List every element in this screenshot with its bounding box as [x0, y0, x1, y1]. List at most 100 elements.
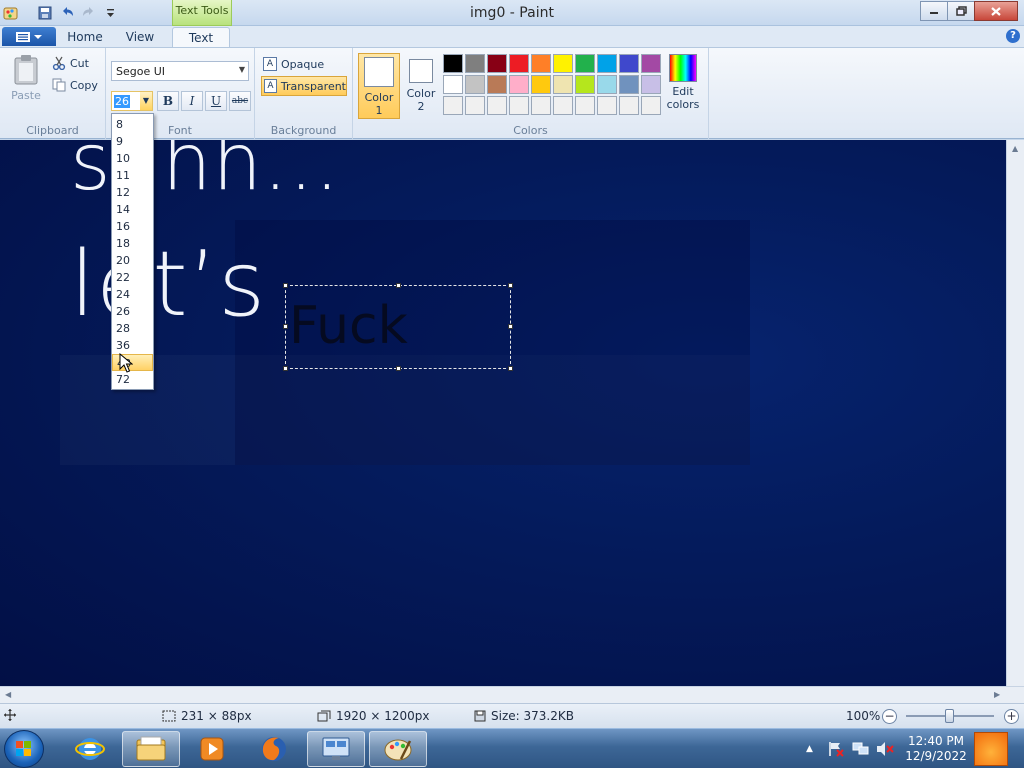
edit-colors-button[interactable]: Edit colors [664, 54, 702, 111]
scroll-left-icon[interactable]: ◀ [5, 690, 11, 699]
italic-button[interactable]: I [181, 91, 203, 111]
tab-text[interactable]: Text [172, 27, 230, 47]
palette-swatch[interactable] [487, 54, 507, 73]
palette-swatch[interactable] [509, 96, 529, 115]
palette-swatch[interactable] [443, 75, 463, 94]
font-size-option[interactable]: 26 [112, 303, 153, 320]
palette-swatch[interactable] [487, 75, 507, 94]
paste-button[interactable]: Paste [6, 54, 46, 108]
palette-swatch[interactable] [597, 96, 617, 115]
palette-swatch[interactable] [575, 54, 595, 73]
network-icon[interactable] [852, 741, 870, 760]
color-1-button[interactable]: Color 1 [358, 53, 400, 119]
palette-swatch[interactable] [619, 54, 639, 73]
restore-button[interactable] [947, 1, 975, 21]
resize-handle[interactable] [508, 283, 513, 288]
help-icon[interactable]: ? [1006, 29, 1020, 43]
remote-desktop-taskbar-button[interactable] [307, 731, 365, 767]
media-player-taskbar-button[interactable] [183, 731, 241, 767]
font-size-option[interactable]: 8 [112, 116, 153, 133]
action-center-flag-icon[interactable] [828, 741, 844, 760]
palette-swatch[interactable] [597, 75, 617, 94]
palette-swatch[interactable] [443, 96, 463, 115]
font-size-option[interactable]: 14 [112, 201, 153, 218]
font-size-select[interactable]: 26 ▼ [111, 91, 153, 111]
font-size-option[interactable]: 22 [112, 269, 153, 286]
horizontal-scrollbar[interactable]: ◀ ▶ [0, 686, 1024, 703]
vertical-scrollbar[interactable]: ▲ [1006, 140, 1024, 686]
palette-swatch[interactable] [465, 96, 485, 115]
resize-handle[interactable] [283, 366, 288, 371]
bold-button[interactable]: B [157, 91, 179, 111]
palette-swatch[interactable] [509, 54, 529, 73]
minimize-button[interactable] [920, 1, 948, 21]
font-size-option[interactable]: 16 [112, 218, 153, 235]
font-size-option[interactable]: 10 [112, 150, 153, 167]
palette-swatch[interactable] [575, 96, 595, 115]
palette-swatch[interactable] [575, 75, 595, 94]
palette-swatch[interactable] [641, 75, 661, 94]
strikethrough-button[interactable]: abc [229, 91, 251, 111]
palette-swatch[interactable] [641, 54, 661, 73]
zoom-out-button[interactable]: − [882, 709, 897, 724]
font-size-option[interactable]: 9 [112, 133, 153, 150]
palette-swatch[interactable] [465, 75, 485, 94]
resize-handle[interactable] [396, 366, 401, 371]
paint-taskbar-button[interactable] [369, 731, 427, 767]
scroll-up-icon[interactable]: ▲ [1012, 144, 1018, 153]
show-hidden-icons-icon[interactable]: ▲ [806, 744, 813, 754]
font-size-option[interactable]: 28 [112, 320, 153, 337]
show-desktop-button[interactable] [974, 732, 1008, 766]
palette-swatch[interactable] [597, 54, 617, 73]
resize-handle[interactable] [396, 283, 401, 288]
font-size-option[interactable]: 12 [112, 184, 153, 201]
tab-home[interactable]: Home [60, 27, 110, 47]
palette-swatch[interactable] [443, 54, 463, 73]
cut-button[interactable]: Cut [52, 56, 89, 70]
font-size-option[interactable]: 72 [112, 371, 153, 388]
chevron-down-icon[interactable]: ▼ [140, 92, 152, 110]
font-size-option[interactable]: 24 [112, 286, 153, 303]
palette-swatch[interactable] [553, 75, 573, 94]
close-button[interactable] [974, 1, 1018, 21]
zoom-slider-thumb[interactable] [945, 709, 954, 723]
palette-swatch[interactable] [619, 96, 639, 115]
palette-swatch[interactable] [531, 75, 551, 94]
color-2-button[interactable]: Color 2 [402, 53, 440, 119]
palette-swatch[interactable] [553, 54, 573, 73]
font-size-option[interactable]: 36 [112, 337, 153, 354]
palette-swatch[interactable] [531, 96, 551, 115]
file-explorer-taskbar-button[interactable] [122, 731, 180, 767]
text-selection-box[interactable]: Fuck [283, 283, 513, 371]
palette-swatch[interactable] [465, 54, 485, 73]
transparent-button[interactable]: A Transparent [261, 76, 347, 96]
internet-explorer-taskbar-button[interactable] [61, 731, 119, 767]
font-size-option[interactable]: 18 [112, 235, 153, 252]
start-button[interactable] [4, 730, 44, 768]
resize-handle[interactable] [508, 366, 513, 371]
palette-swatch[interactable] [487, 96, 507, 115]
copy-button[interactable]: Copy [52, 78, 98, 92]
tab-view[interactable]: View [115, 27, 165, 47]
font-family-select[interactable]: Segoe UI ▼ [111, 61, 249, 81]
palette-swatch[interactable] [509, 75, 529, 94]
resize-handle[interactable] [283, 324, 288, 329]
font-size-option[interactable]: 20 [112, 252, 153, 269]
zoom-in-button[interactable]: + [1004, 709, 1019, 724]
palette-swatch[interactable] [619, 75, 639, 94]
opaque-button[interactable]: A Opaque [261, 54, 347, 74]
palette-swatch[interactable] [641, 96, 661, 115]
font-size-option[interactable]: 11 [112, 167, 153, 184]
firefox-taskbar-button[interactable] [245, 731, 303, 767]
system-clock[interactable]: 12:40 PM 12/9/2022 [900, 734, 972, 764]
paint-menu-button[interactable] [2, 27, 56, 46]
resize-handle[interactable] [283, 283, 288, 288]
palette-swatch[interactable] [553, 96, 573, 115]
typed-text[interactable]: Fuck [289, 296, 408, 356]
volume-muted-icon[interactable] [876, 741, 894, 760]
resize-handle[interactable] [508, 324, 513, 329]
palette-swatch[interactable] [531, 54, 551, 73]
underline-button[interactable]: U [205, 91, 227, 111]
font-size-dropdown[interactable]: 891011121416182022242628364872 [111, 113, 154, 390]
scroll-right-icon[interactable]: ▶ [994, 690, 1000, 699]
